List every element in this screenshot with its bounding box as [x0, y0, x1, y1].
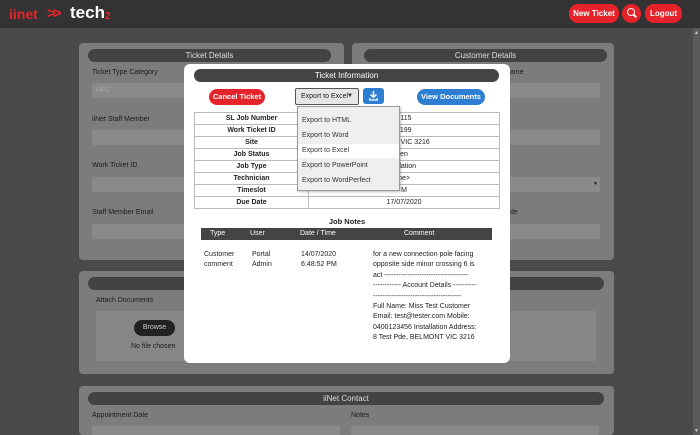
note-user: Portal Admin: [252, 251, 272, 269]
ticket-type-label: Ticket Type Category: [92, 69, 158, 76]
iinet-contact-title: iiNet Contact: [88, 392, 604, 405]
appointment-date-field[interactable]: [92, 426, 340, 435]
customer-chevron-down-icon: ▼: [593, 181, 598, 187]
table-row: Due Date 17/07/2020: [194, 196, 500, 209]
customer-name-field[interactable]: [510, 83, 600, 98]
menu-item-export-word[interactable]: Export to Word: [298, 129, 399, 143]
note-comment: for a new connection pole facing opposit…: [373, 251, 477, 342]
tech2-logo: tech2: [70, 3, 111, 22]
column-type: Type: [210, 230, 226, 237]
customer-code-label: de: [510, 209, 518, 216]
ticket-type-field[interactable]: HFC: [92, 83, 184, 98]
staff-email-field[interactable]: [92, 224, 184, 239]
menu-item-export-wordperfect[interactable]: Export to WordPerfect: [298, 174, 399, 188]
logout-button[interactable]: Logout: [645, 4, 682, 23]
search-icon[interactable]: [622, 4, 641, 23]
export-dropdown-menu: Export to HTML Export to Word Export to …: [297, 106, 400, 191]
no-file-chosen-label: No file chosen: [131, 343, 176, 350]
view-documents-button[interactable]: View Documents: [417, 89, 485, 105]
note-date-time: 14/07/2020 6:48:52 PM: [301, 251, 337, 269]
logo-chevrons-icon: >>: [47, 5, 61, 22]
column-user: User: [250, 230, 265, 237]
notes-label: Notes: [351, 412, 370, 419]
ticket-details-title: Ticket Details: [88, 49, 331, 62]
export-selected-value: Export to Excel: [301, 93, 349, 100]
new-ticket-button[interactable]: New Ticket: [569, 4, 619, 23]
staff-member-field[interactable]: [92, 130, 184, 145]
staff-member-label: iiNet Staff Member: [92, 116, 150, 123]
cancel-ticket-button[interactable]: Cancel Ticket: [209, 89, 265, 105]
scroll-down-icon[interactable]: ▼: [694, 428, 699, 434]
ticket-information-modal: Ticket Information Cancel Ticket Export …: [184, 64, 510, 363]
column-date-time: Date / Time: [300, 230, 336, 237]
menu-item-export-html[interactable]: Export to HTML: [298, 114, 399, 128]
browse-button[interactable]: Browse: [134, 320, 175, 336]
work-ticket-id-field[interactable]: [92, 177, 184, 192]
menu-item-export-powerpoint[interactable]: Export to PowerPoint: [298, 159, 399, 173]
note-type: Customer comment: [204, 251, 235, 269]
modal-title: Ticket Information: [194, 69, 499, 82]
download-icon: [369, 91, 378, 101]
page-scrollbar[interactable]: [693, 28, 700, 435]
chevron-down-icon: ▼: [347, 93, 353, 99]
iinet-logo: iinet: [9, 6, 38, 22]
appointment-date-label: Appointment Date: [92, 412, 149, 419]
customer-name-label: ame: [510, 69, 524, 76]
column-comment: Comment: [404, 230, 435, 237]
customer-field-2[interactable]: [510, 130, 600, 145]
customer-code-field[interactable]: [510, 224, 600, 239]
attach-documents-label: Attach Documents: [96, 297, 154, 304]
export-format-select[interactable]: Export to Excel ▼: [295, 88, 359, 105]
job-notes-title: Job Notes: [328, 217, 366, 226]
menu-item-export-excel[interactable]: Export to Excel: [298, 144, 399, 158]
download-button[interactable]: [363, 88, 384, 104]
customer-select[interactable]: [510, 177, 600, 192]
scroll-up-icon[interactable]: ▲: [694, 30, 699, 36]
customer-details-title: Customer Details: [364, 49, 607, 62]
staff-email-label: Staff Member Email: [92, 209, 154, 216]
notes-table-header: Type User Date / Time Comment: [201, 228, 492, 240]
work-ticket-id-label: Work Ticket ID: [92, 162, 138, 169]
top-bar: iinet >> tech2 New Ticket Logout: [0, 0, 700, 28]
notes-field[interactable]: [351, 426, 599, 435]
